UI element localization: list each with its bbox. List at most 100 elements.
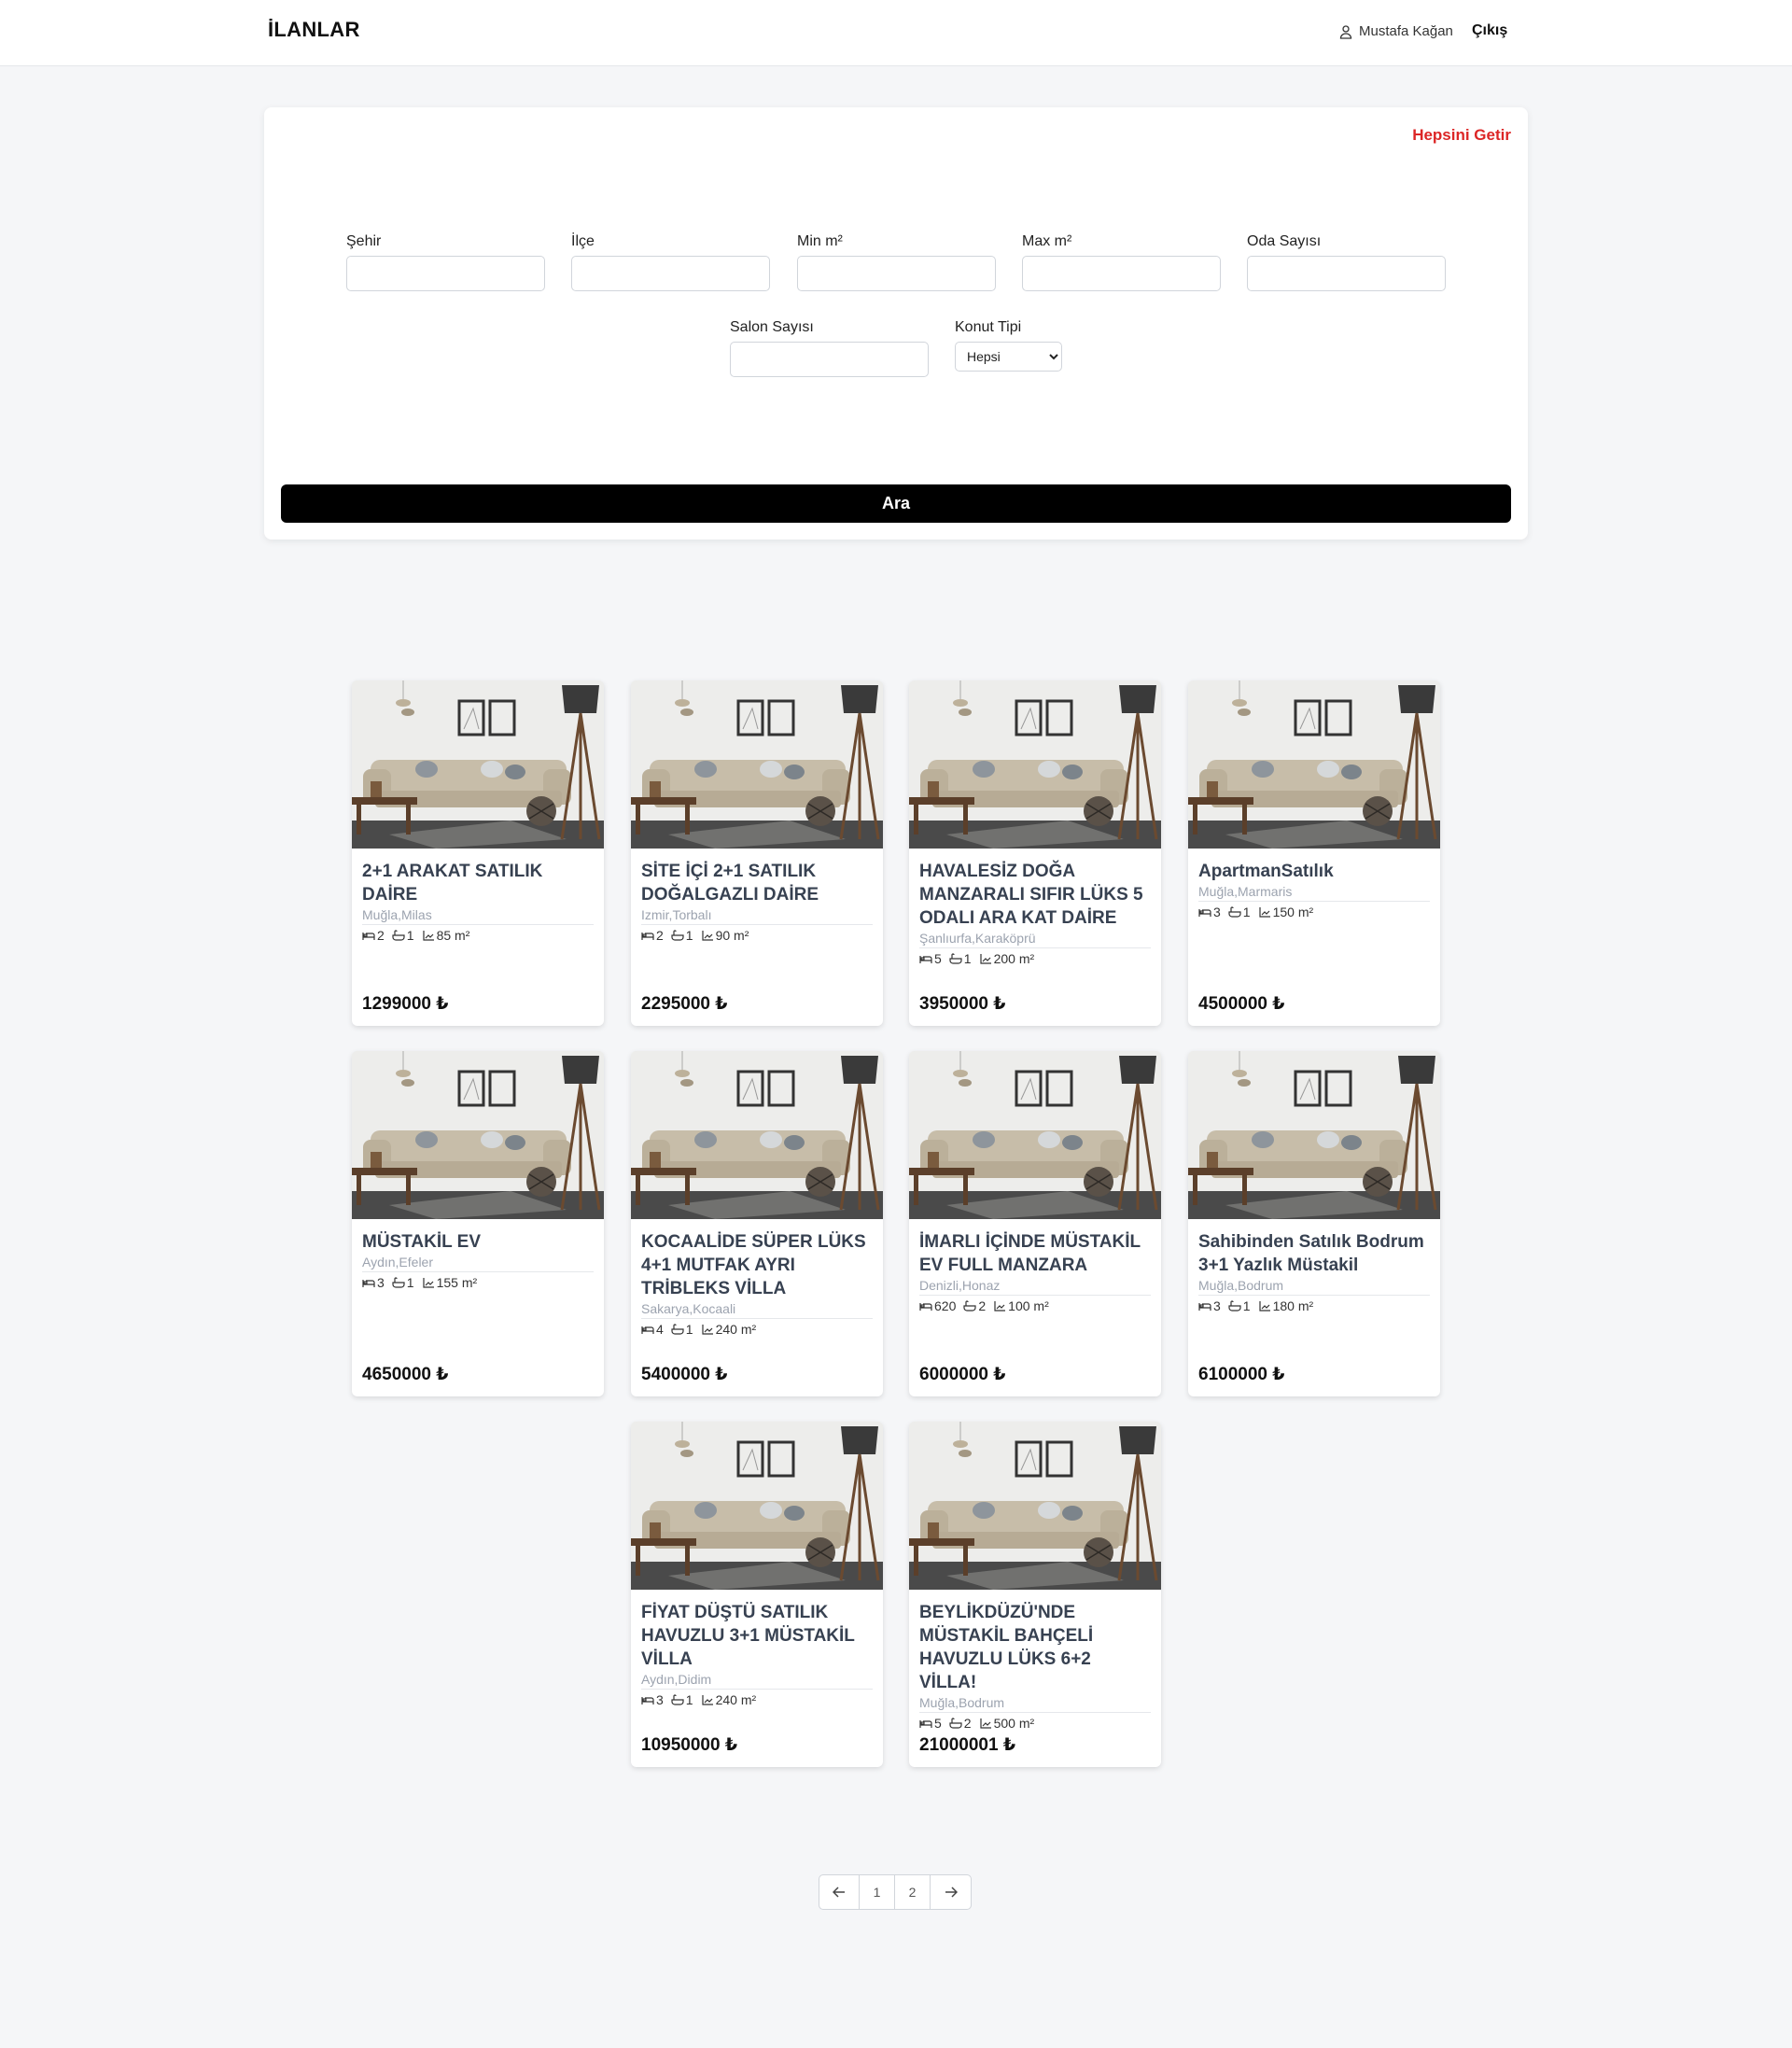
- arrow-left-icon: [833, 1887, 845, 1898]
- area: 85 m²: [422, 928, 469, 943]
- area-icon: [701, 1325, 713, 1335]
- listing-title[interactable]: SİTE İÇİ 2+1 SATILIK DOĞALGAZLI DAİRE: [641, 860, 873, 906]
- listing-title[interactable]: BEYLİKDÜZÜ'NDE MÜSTAKİL BAHÇELİ HAVUZLU …: [919, 1601, 1151, 1694]
- listing-title[interactable]: KOCAALİDE SÜPER LÜKS 4+1 MUTFAK AYRI TRİ…: [641, 1230, 873, 1300]
- area-icon: [422, 931, 434, 941]
- area-icon: [1258, 1301, 1270, 1312]
- listing-photo[interactable]: [909, 680, 1161, 849]
- area: 240 m²: [701, 1322, 756, 1337]
- bedrooms-value: 3: [377, 1275, 385, 1290]
- listing-card[interactable]: HAVALESİZ DOĞA MANZARALI SIFIR LÜKS 5 OD…: [909, 680, 1161, 1026]
- listing-card[interactable]: 2+1 ARAKAT SATILIK DAİRE Muğla,Milas 2 1…: [352, 680, 604, 1026]
- listing-price: 3950000 ₺: [919, 994, 1006, 1014]
- min-m2-input[interactable]: [797, 256, 996, 291]
- bedrooms: 3: [1198, 1298, 1221, 1313]
- listing-title[interactable]: ApartmanSatılık: [1198, 860, 1430, 883]
- listing-title[interactable]: MÜSTAKİL EV: [362, 1230, 594, 1254]
- max-m2-input[interactable]: [1022, 256, 1221, 291]
- max-m2-label: Max m²: [1022, 233, 1072, 249]
- listing-title[interactable]: İMARLI İÇİNDE MÜSTAKİL EV FULL MANZARA: [919, 1230, 1151, 1277]
- prev-page-button[interactable]: [819, 1875, 860, 1909]
- area-value: 90 m²: [715, 928, 749, 943]
- district-label: İlçe: [571, 233, 595, 249]
- bathrooms-value: 1: [1242, 905, 1251, 919]
- listing-photo[interactable]: [1188, 1051, 1440, 1219]
- rooms-input[interactable]: [1247, 256, 1446, 291]
- bed-icon: [919, 956, 932, 963]
- user-menu[interactable]: Mustafa Kağan: [1338, 23, 1453, 39]
- bed-icon: [1198, 909, 1211, 917]
- listing-card[interactable]: SİTE İÇİ 2+1 SATILIK DOĞALGAZLI DAİRE Iz…: [631, 680, 883, 1026]
- listing-photo[interactable]: [909, 1051, 1161, 1219]
- salons-input[interactable]: [730, 342, 929, 377]
- area-value: 180 m²: [1272, 1298, 1314, 1313]
- listing-card[interactable]: BEYLİKDÜZÜ'NDE MÜSTAKİL BAHÇELİ HAVUZLU …: [909, 1422, 1161, 1767]
- listing-photo[interactable]: [352, 1051, 604, 1219]
- bathrooms-value: 2: [978, 1298, 987, 1313]
- listing-photo[interactable]: [631, 1422, 883, 1590]
- page-1-button[interactable]: 1: [860, 1875, 895, 1909]
- listing-card[interactable]: MÜSTAKİL EV Aydın,Efeler 3 1 155 m² 4650…: [352, 1051, 604, 1396]
- bath-icon: [1228, 906, 1241, 918]
- area-icon: [701, 931, 713, 941]
- type-select[interactable]: Hepsi: [955, 342, 1062, 372]
- bathrooms-value: 1: [1242, 1298, 1251, 1313]
- bedrooms: 3: [641, 1692, 664, 1707]
- listing-price: 1299000 ₺: [362, 994, 449, 1014]
- listing-body: MÜSTAKİL EV Aydın,Efeler 3 1 155 m²: [352, 1219, 604, 1290]
- bath-icon: [949, 1718, 962, 1729]
- area: 100 m²: [993, 1298, 1049, 1313]
- listing-location: Izmir,Torbalı: [641, 906, 873, 925]
- area-icon: [701, 1695, 713, 1705]
- district-field: İlçe: [571, 233, 770, 291]
- top-navbar: İLANLAR Mustafa Kağan Çıkış: [0, 0, 1792, 66]
- bedrooms-value: 3: [1213, 1298, 1221, 1313]
- listing-photo[interactable]: [352, 680, 604, 849]
- listing-photo[interactable]: [1188, 680, 1440, 849]
- district-input[interactable]: [571, 256, 770, 291]
- listing-title[interactable]: FİYAT DÜŞTÜ SATILIK HAVUZLU 3+1 MÜSTAKİL…: [641, 1601, 873, 1671]
- listing-card[interactable]: KOCAALİDE SÜPER LÜKS 4+1 MUTFAK AYRI TRİ…: [631, 1051, 883, 1396]
- listing-features: 3 1 180 m²: [1198, 1298, 1430, 1313]
- logout-button[interactable]: Çıkış: [1472, 22, 1507, 39]
- salons-field: Salon Sayısı: [730, 319, 929, 377]
- listing-card[interactable]: İMARLI İÇİNDE MÜSTAKİL EV FULL MANZARA D…: [909, 1051, 1161, 1396]
- bedrooms: 5: [919, 951, 942, 966]
- bathrooms-value: 1: [685, 1692, 693, 1707]
- listing-body: SİTE İÇİ 2+1 SATILIK DOĞALGAZLI DAİRE Iz…: [631, 849, 883, 943]
- listing-title[interactable]: HAVALESİZ DOĞA MANZARALI SIFIR LÜKS 5 OD…: [919, 860, 1151, 930]
- bed-icon: [919, 1303, 932, 1311]
- user-icon: [1339, 24, 1352, 39]
- listing-features: 5 2 500 m²: [919, 1716, 1151, 1731]
- brand-title[interactable]: İLANLAR: [268, 18, 360, 42]
- page-2-button[interactable]: 2: [895, 1875, 931, 1909]
- next-page-button[interactable]: [931, 1875, 971, 1909]
- listing-title[interactable]: Sahibinden Satılık Bodrum 3+1 Yazlık Müs…: [1198, 1230, 1430, 1277]
- listing-photo[interactable]: [909, 1422, 1161, 1590]
- listing-title[interactable]: 2+1 ARAKAT SATILIK DAİRE: [362, 860, 594, 906]
- bath-icon: [671, 930, 684, 941]
- salons-label: Salon Sayısı: [730, 319, 814, 335]
- area: 200 m²: [979, 951, 1034, 966]
- listing-card[interactable]: ApartmanSatılık Muğla,Marmaris 3 1 150 m…: [1188, 680, 1440, 1026]
- bathrooms: 1: [1228, 905, 1251, 919]
- listing-photo[interactable]: [631, 680, 883, 849]
- bed-icon: [362, 933, 375, 940]
- city-input[interactable]: [346, 256, 545, 291]
- max-m2-field: Max m²: [1022, 233, 1221, 291]
- bed-icon: [1198, 1303, 1211, 1311]
- listing-body: İMARLI İÇİNDE MÜSTAKİL EV FULL MANZARA D…: [909, 1219, 1161, 1313]
- bath-icon: [963, 1300, 976, 1312]
- city-label: Şehir: [346, 233, 382, 249]
- area-value: 100 m²: [1008, 1298, 1049, 1313]
- area-value: 240 m²: [715, 1692, 757, 1707]
- listing-card[interactable]: Sahibinden Satılık Bodrum 3+1 Yazlık Müs…: [1188, 1051, 1440, 1396]
- bedrooms-value: 2: [377, 928, 385, 943]
- listing-card[interactable]: FİYAT DÜŞTÜ SATILIK HAVUZLU 3+1 MÜSTAKİL…: [631, 1422, 883, 1767]
- listing-location: Aydın,Didim: [641, 1671, 873, 1690]
- bath-icon: [392, 930, 405, 941]
- search-button[interactable]: Ara: [281, 484, 1511, 523]
- listing-photo[interactable]: [631, 1051, 883, 1219]
- show-all-link[interactable]: Hepsini Getir: [1412, 126, 1511, 145]
- pagination: 1 2: [819, 1874, 972, 1910]
